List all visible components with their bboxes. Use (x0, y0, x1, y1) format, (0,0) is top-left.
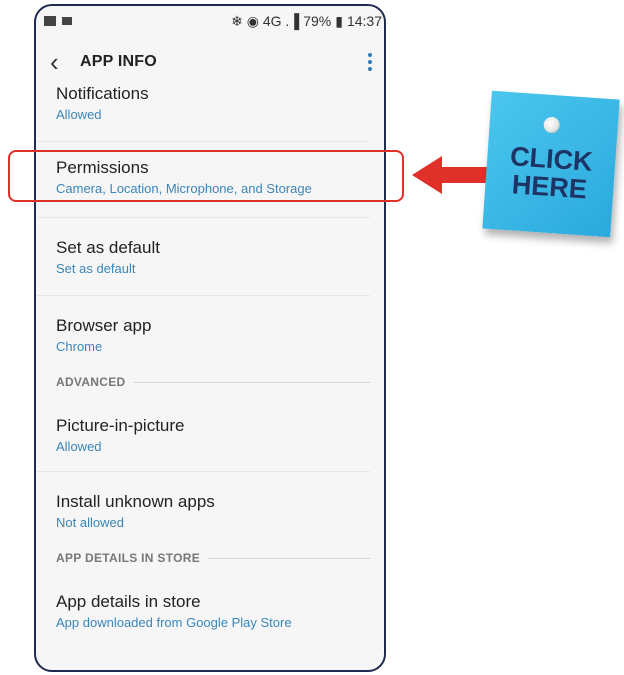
divider (208, 557, 370, 559)
section-header-advanced: ADVANCED (36, 368, 384, 396)
gallery-icon (44, 16, 56, 26)
note-line-2: HERE (510, 169, 588, 205)
list-item-notifications[interactable]: Notifications Allowed (36, 84, 370, 142)
signal-icons: ❄ ◉ 4G .▐ (231, 12, 300, 29)
phone-frame: ❄ ◉ 4G .▐ 79% ▮ 14:37 ‹ APP INFO Notific… (34, 4, 386, 672)
section-header-app-details: APP DETAILS IN STORE (36, 544, 384, 572)
item-title: Notifications (56, 84, 149, 103)
item-title: Browser app (56, 316, 152, 335)
back-icon[interactable]: ‹ (50, 49, 80, 75)
battery-percent: 79% (303, 13, 332, 29)
list-item-picture-in-picture[interactable]: Picture-in-picture Allowed (36, 396, 370, 472)
pushpin-icon (543, 116, 561, 134)
clock: 14:37 (346, 13, 382, 29)
item-title: App details in store (56, 592, 201, 611)
more-options-icon[interactable] (368, 53, 372, 71)
item-subtitle: Not allowed (56, 515, 124, 530)
list-item-app-details-in-store[interactable]: App details in store App downloaded from… (36, 572, 370, 638)
item-subtitle: Chrome (56, 339, 103, 354)
list-item-set-as-default[interactable]: Set as default Set as default (36, 218, 370, 296)
item-subtitle: App downloaded from Google Play Store (56, 615, 292, 630)
folder-icon (62, 17, 72, 25)
item-title: Set as default (56, 238, 160, 257)
item-subtitle: Allowed (56, 439, 102, 454)
page-title: APP INFO (80, 53, 157, 70)
section-label: APP DETAILS IN STORE (56, 551, 201, 565)
click-here-sticky-note: CLICK HERE (482, 90, 620, 238)
battery-icon: ▮ (335, 12, 343, 29)
item-subtitle: Set as default (56, 261, 136, 276)
item-title: Picture-in-picture (56, 416, 185, 435)
permissions-highlight-box (8, 150, 404, 202)
app-bar: ‹ APP INFO (36, 40, 384, 84)
pointer-arrow-icon (412, 156, 488, 194)
section-label: ADVANCED (56, 375, 126, 389)
list-item-browser-app[interactable]: Browser app Chrome (36, 296, 370, 368)
list-item-install-unknown-apps[interactable]: Install unknown apps Not allowed (36, 472, 370, 544)
status-bar: ❄ ◉ 4G .▐ 79% ▮ 14:37 (36, 6, 384, 36)
divider (133, 381, 370, 383)
item-title: Install unknown apps (56, 492, 215, 511)
item-subtitle: Allowed (56, 107, 102, 122)
